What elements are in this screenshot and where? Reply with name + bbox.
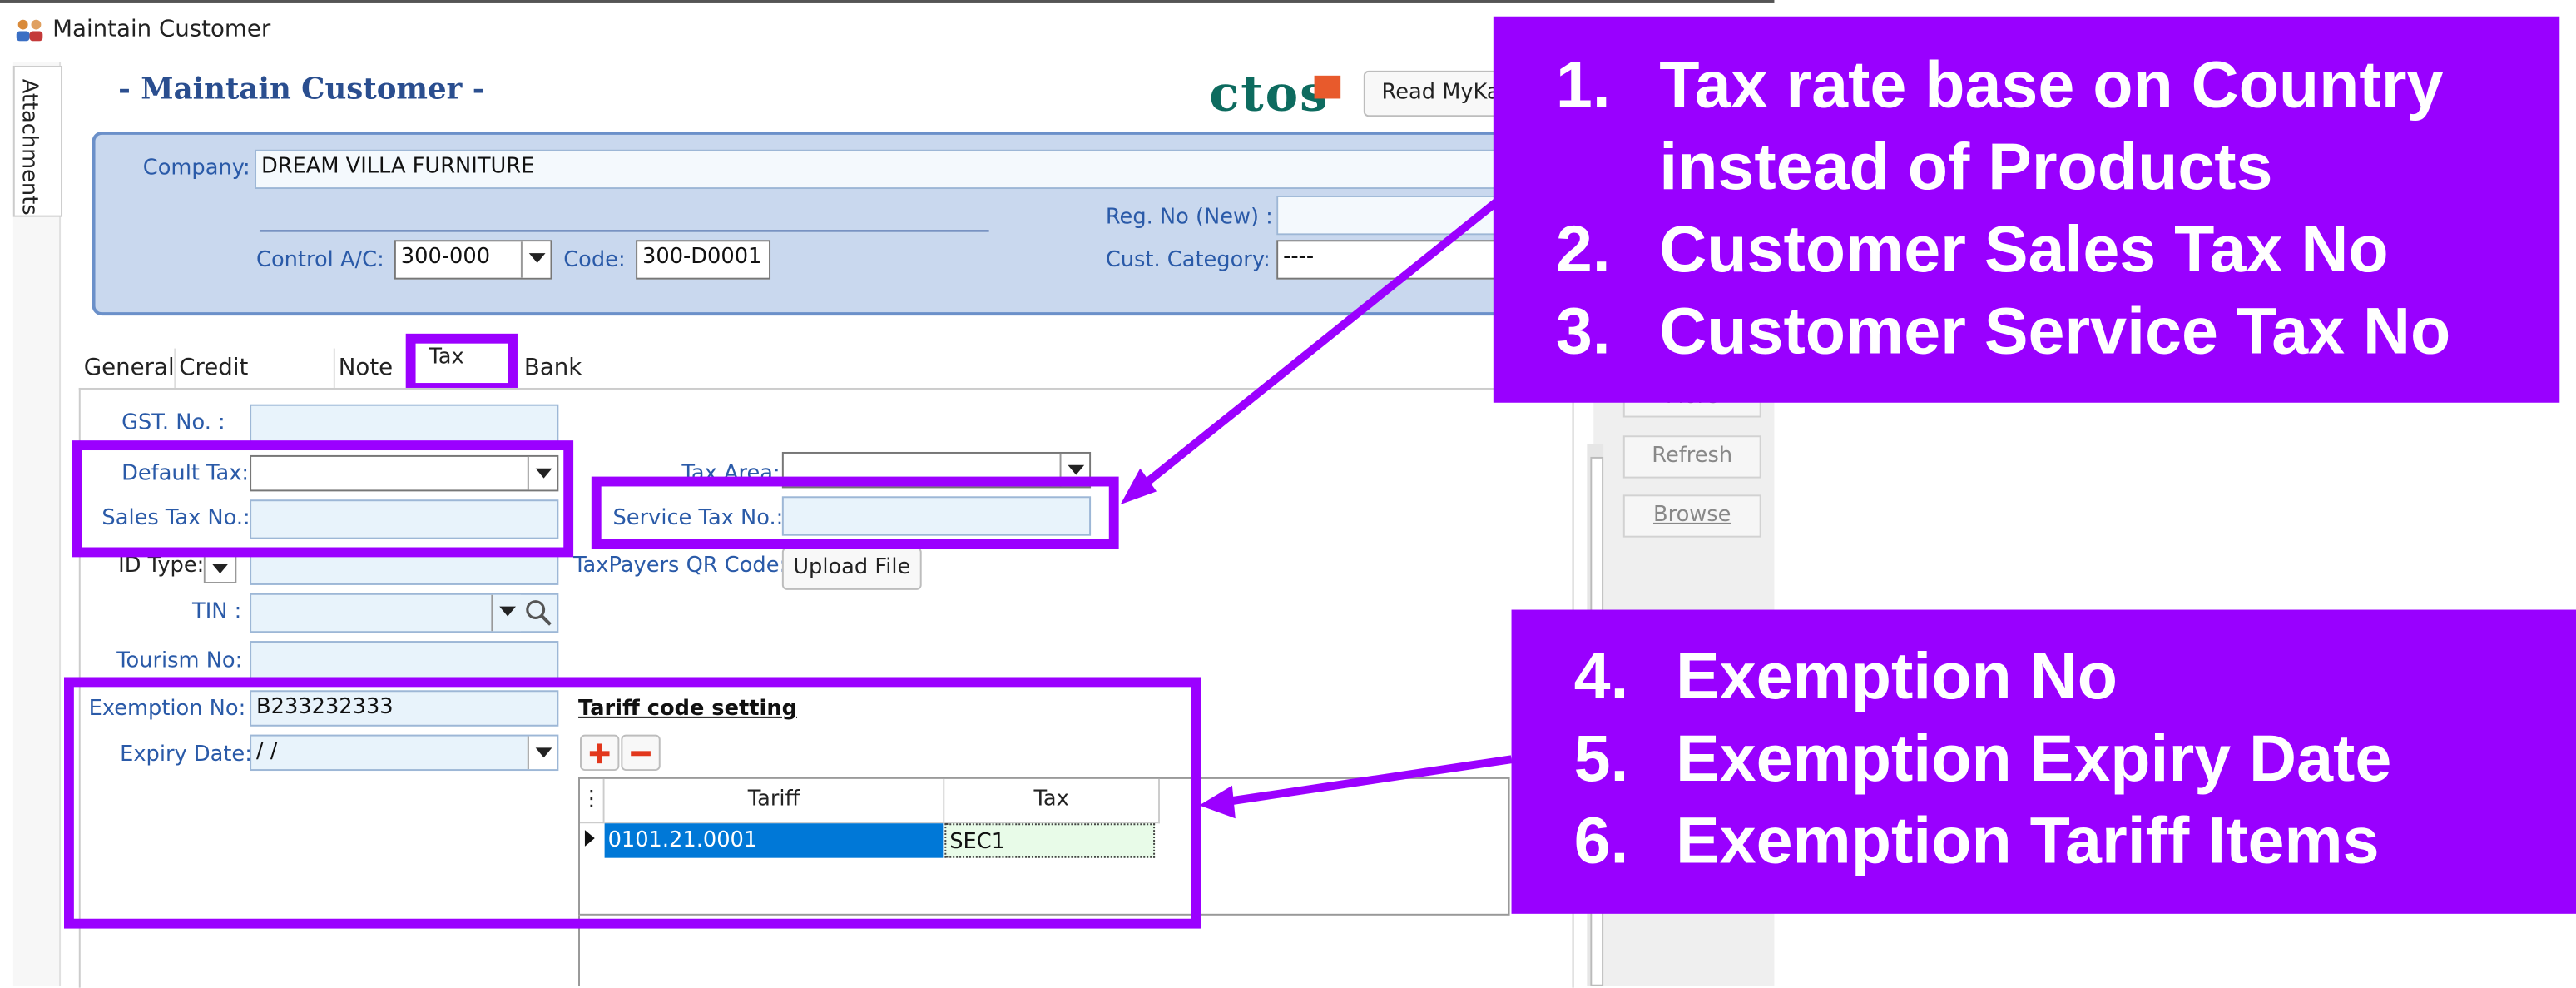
callout-item-text: Customer Sales Tax No — [1659, 213, 2389, 286]
callout-item-number: 2. — [1555, 213, 1611, 286]
callout-exemption: 4. Exemption No 5. Exemption Expiry Date… — [1511, 609, 2576, 914]
callout-item-text: Exemption Expiry Date — [1675, 722, 2392, 796]
callout-item-text: Exemption No — [1675, 641, 2118, 713]
callout-item-number: 1. — [1555, 49, 1611, 122]
callout-item-text: Customer Service Tax No — [1659, 295, 2451, 369]
callout-item-number: 4. — [1573, 641, 1629, 713]
callout-item-text: instead of Products — [1659, 131, 2273, 204]
callout-item-text: Exemption Tariff Items — [1675, 805, 2380, 878]
callout-tax-settings: 1. Tax rate base on Country instead of P… — [1493, 16, 2560, 403]
callout-item-number: 5. — [1573, 722, 1629, 796]
callout-item-number: 3. — [1555, 295, 1611, 369]
arrow-head-icon — [1199, 785, 1236, 819]
callout-item-number: 6. — [1573, 805, 1629, 878]
callout-item-text: Tax rate base on Country — [1659, 49, 2444, 122]
